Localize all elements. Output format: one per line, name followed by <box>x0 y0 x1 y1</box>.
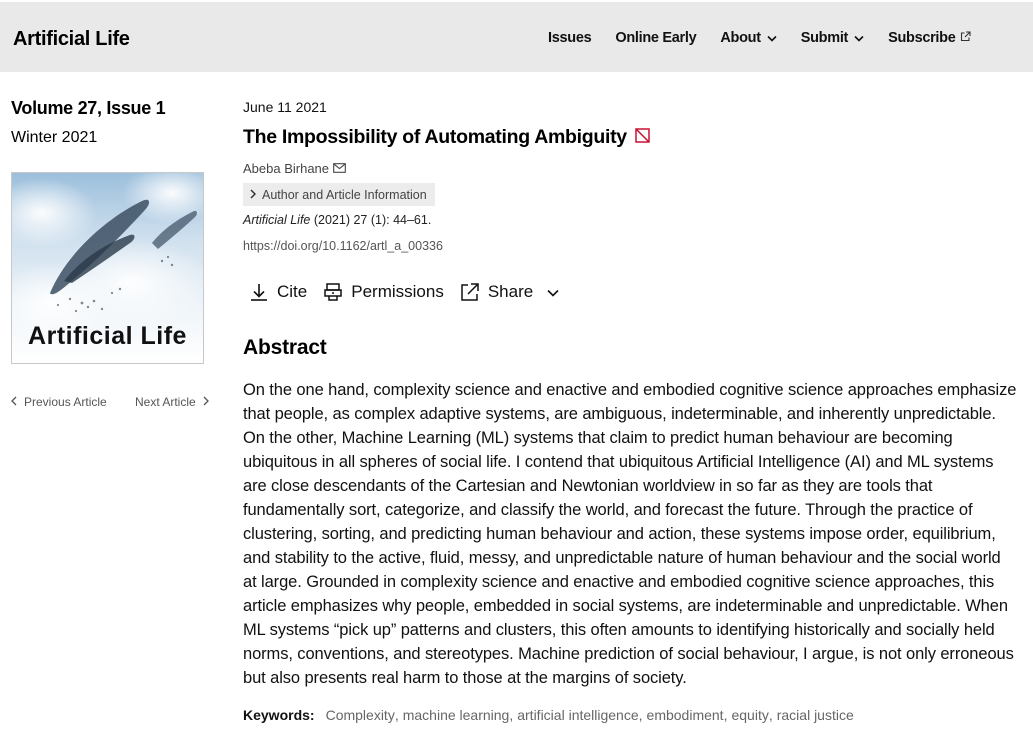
author-line: Abeba Birhane <box>243 161 346 176</box>
permissions-icon <box>324 283 342 301</box>
nav-item-label: Online Early <box>615 30 697 46</box>
chevron-down-icon <box>547 282 567 302</box>
article-title-text: The Impossibility of Automating Ambiguit… <box>243 126 627 148</box>
share-button[interactable]: Share <box>460 282 567 302</box>
share-icon <box>461 283 479 301</box>
article-tools: Cite Permissions Share <box>249 282 583 302</box>
nav-item-label: Submit <box>800 30 849 46</box>
email-icon[interactable] <box>333 161 346 176</box>
nav-item-issues[interactable]: Issues <box>548 30 592 46</box>
keyword-separator: , <box>723 707 728 723</box>
author-name[interactable]: Abeba Birhane <box>243 161 329 176</box>
share-label: Share <box>487 282 534 301</box>
keyword-separator: , <box>638 707 643 723</box>
author-article-info-toggle[interactable]: Author and Article Information <box>243 183 435 206</box>
next-article-link[interactable]: Next Article <box>135 395 209 409</box>
chevron-down-icon <box>767 30 777 46</box>
cite-label: Cite <box>277 282 308 301</box>
keyword-link[interactable]: artificial intelligence <box>517 707 638 723</box>
publication-date: June 11 2021 <box>243 99 327 115</box>
keywords-label: Keywords: <box>243 707 315 723</box>
permissions-label: Permissions <box>351 282 444 301</box>
keyword-link[interactable]: equity <box>731 707 768 723</box>
article-title: The Impossibility of Automating Ambiguit… <box>243 126 650 149</box>
abstract-text: On the one hand, complexity science and … <box>243 381 1017 687</box>
keyword-separator: , <box>509 707 514 723</box>
chevron-right-icon <box>250 188 257 202</box>
author-article-info-label: Author and Article Information <box>262 187 427 202</box>
download-icon <box>251 284 267 301</box>
keyword-link[interactable]: Complexity <box>326 707 395 723</box>
citation-details: (2021) 27 (1): 44–61. <box>310 213 432 227</box>
nav-item-subscribe[interactable]: Subscribe <box>888 30 971 46</box>
access-restricted-icon <box>635 126 650 149</box>
nav-item-label: Issues <box>548 30 592 46</box>
next-article-label: Next Article <box>135 395 196 409</box>
chevron-right-icon <box>203 395 209 409</box>
keyword-separator: , <box>768 707 773 723</box>
cover-title: Artificial Life <box>28 322 187 350</box>
issue-volume[interactable]: Volume 27, Issue 1 <box>11 98 166 119</box>
chevron-down-icon <box>854 30 864 46</box>
keyword-link[interactable]: machine learning <box>403 707 510 723</box>
permissions-button[interactable]: Permissions <box>323 282 444 302</box>
chevron-left-icon <box>11 395 17 409</box>
site-title[interactable]: Artificial Life <box>13 28 130 51</box>
nav-item-label: About <box>720 30 761 46</box>
journal-name: Artificial Life <box>243 213 311 227</box>
journal-cover-image[interactable]: Artificial Life <box>11 172 204 364</box>
nav-item-submit[interactable]: Submit <box>801 30 864 46</box>
external-link-icon <box>960 30 971 46</box>
site-header: Artificial Life Issues Online Early Abou… <box>0 2 1033 72</box>
previous-article-link[interactable]: Previous Article <box>11 395 107 409</box>
keywords-row: Keywords: Complexity, machine learning, … <box>243 707 854 723</box>
cite-button[interactable]: Cite <box>249 282 307 302</box>
previous-article-label: Previous Article <box>24 395 107 409</box>
nav-item-label: Subscribe <box>888 30 956 46</box>
main-nav: Issues Online Early About Submit Subscri… <box>548 30 995 46</box>
citation-line: Artificial Life (2021) 27 (1): 44–61. <box>243 213 431 227</box>
nav-item-online-early[interactable]: Online Early <box>615 30 696 46</box>
abstract-heading: Abstract <box>243 336 327 359</box>
issue-season: Winter 2021 <box>11 129 98 146</box>
keyword-link[interactable]: embodiment <box>647 707 724 723</box>
keyword-separator: , <box>394 707 399 723</box>
nav-item-about[interactable]: About <box>720 30 777 46</box>
doi-link[interactable]: https://doi.org/10.1162/artl_a_00336 <box>243 239 443 253</box>
keyword-link[interactable]: racial justice <box>777 707 854 723</box>
